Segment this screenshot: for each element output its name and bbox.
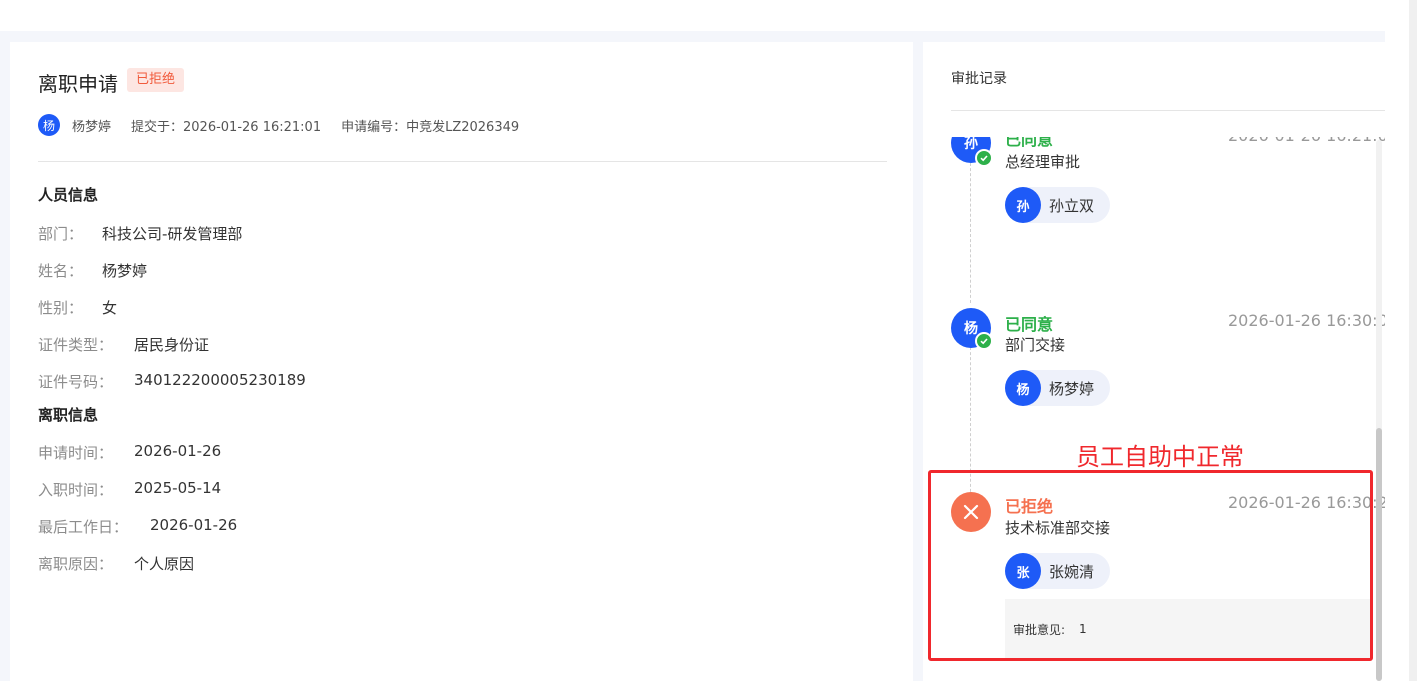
approver-name: 杨梦婷 (1049, 379, 1095, 398)
annotation-text: 员工自助中正常 (1076, 443, 1244, 471)
application-meta: 杨 杨梦婷 提交于：2026-01-26 16:21:01 申请编号：中竞发LZ… (38, 114, 519, 136)
field-value: 2026-01-26 (134, 442, 222, 460)
approver-chip: 孙 孙立双 (1005, 187, 1111, 223)
page-scrollbar[interactable] (1409, 0, 1417, 681)
check-icon (975, 332, 993, 350)
field-label: 证件类型： (38, 336, 114, 354)
application-detail-card: 离职申请 已拒绝 杨 杨梦婷 提交于：2026-01-26 16:21:01 申… (10, 42, 913, 681)
page-title: 离职申请 (38, 72, 118, 96)
field-name: 姓名： 杨梦婷 (38, 260, 147, 281)
avatar: 孙 (1005, 187, 1041, 223)
approval-status: 已同意 (1005, 137, 1054, 149)
field-join-date: 入职时间： 2025-05-14 (38, 479, 221, 500)
divider (38, 161, 887, 162)
check-icon (975, 149, 993, 167)
field-last-day: 最后工作日： 2026-01-26 (38, 516, 237, 537)
approval-step: 部门交接 (1005, 336, 1066, 354)
field-label: 最后工作日： (38, 518, 129, 536)
field-id-type: 证件类型： 居民身份证 (38, 334, 209, 355)
approval-step: 总经理审批 (1005, 153, 1081, 171)
field-label: 姓名： (38, 262, 84, 280)
field-label: 离职原因： (38, 555, 114, 573)
approval-time: 2026-01-26 16:30:02 (1228, 311, 1385, 330)
field-value: 2026-01-26 (150, 516, 238, 534)
field-value: 340122200005230189 (134, 371, 306, 389)
field-gender: 性别： 女 (38, 297, 117, 318)
field-value: 女 (102, 299, 118, 317)
field-value: 杨梦婷 (102, 262, 148, 280)
divider (951, 110, 1385, 111)
approver-name: 孙立双 (1049, 196, 1095, 215)
timeline-connector (970, 163, 971, 303)
timeline-scrollbar-thumb[interactable] (1376, 428, 1382, 681)
approval-time: 2026-01-26 16:21:01 (1228, 137, 1385, 145)
field-reason: 离职原因： 个人原因 (38, 553, 194, 574)
field-value: 居民身份证 (134, 336, 210, 354)
field-value: 科技公司-研发管理部 (102, 225, 243, 243)
field-label: 申请时间： (38, 444, 114, 462)
annotation-highlight-box (928, 470, 1373, 661)
field-label: 入职时间： (38, 481, 114, 499)
approver-chip: 杨 杨梦婷 (1005, 370, 1111, 406)
field-label: 部门： (38, 225, 84, 243)
field-value: 个人原因 (134, 555, 195, 573)
section-title-resignation: 离职信息 (38, 406, 99, 424)
avatar: 杨 (1005, 370, 1041, 406)
field-label: 证件号码： (38, 373, 114, 391)
field-department: 部门： 科技公司-研发管理部 (38, 223, 242, 244)
field-apply-date: 申请时间： 2026-01-26 (38, 442, 221, 463)
section-title-personnel: 人员信息 (38, 186, 99, 204)
field-label: 性别： (38, 299, 84, 317)
application-number: 申请编号：中竞发LZ2026349 (341, 119, 520, 135)
status-badge: 已拒绝 (127, 68, 185, 92)
field-value: 2025-05-14 (134, 479, 222, 497)
approval-record-title: 审批记录 (951, 71, 1007, 87)
top-bar (0, 0, 1385, 31)
approval-status: 已同意 (1005, 315, 1054, 334)
applicant-name: 杨梦婷 (72, 119, 112, 135)
field-id-number: 证件号码： 340122200005230189 (38, 371, 306, 392)
avatar: 杨 (38, 114, 60, 136)
submitted-time: 提交于：2026-01-26 16:21:01 (131, 119, 322, 135)
